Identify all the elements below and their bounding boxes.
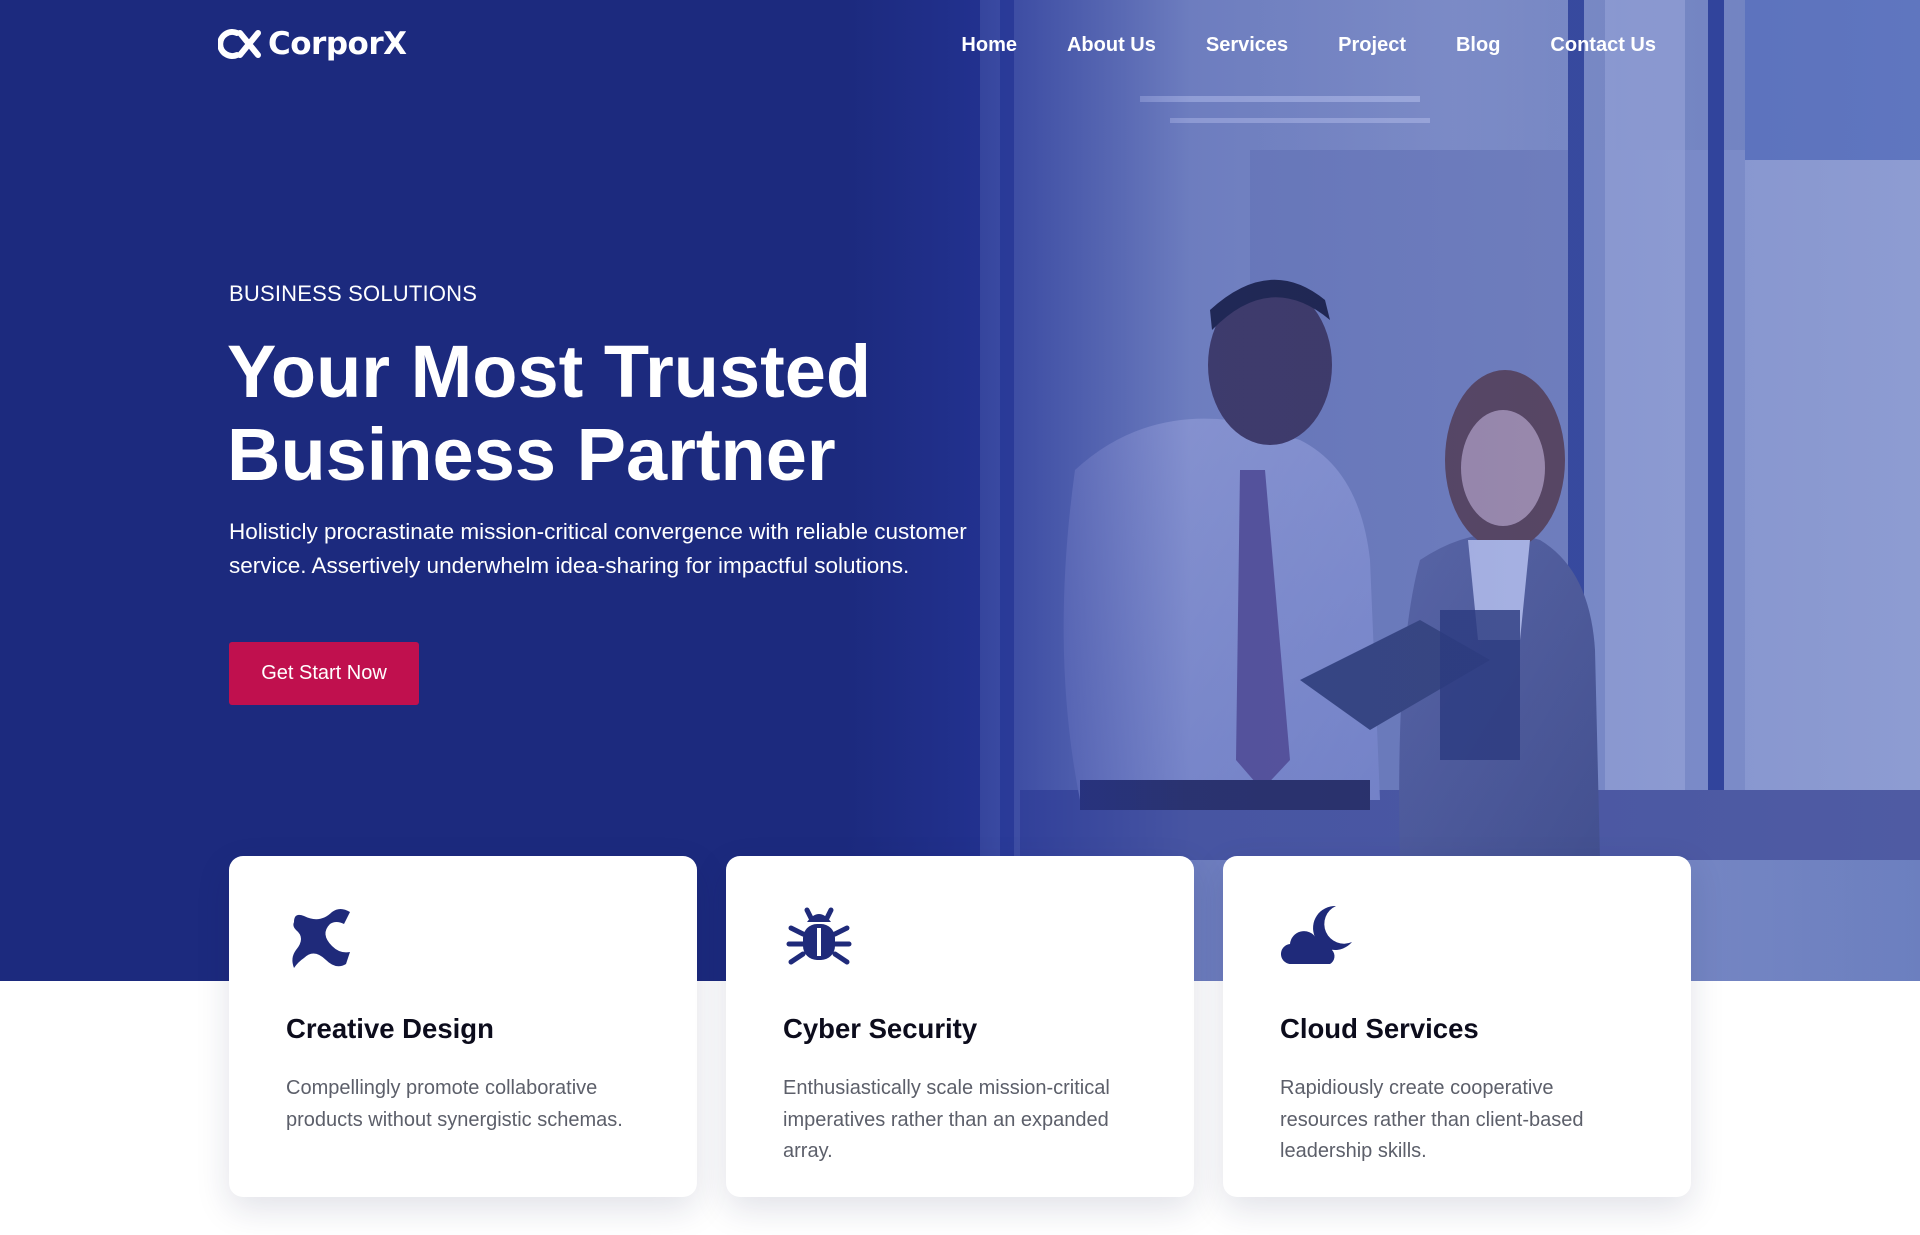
- hero-headline-line2: Business Partner: [227, 413, 836, 496]
- nav-home[interactable]: Home: [961, 34, 1017, 57]
- service-title: Cloud Services: [1280, 1013, 1479, 1044]
- service-title: Cyber Security: [783, 1013, 978, 1044]
- services-cards: Creative Design Compellingly promote col…: [229, 856, 1691, 1197]
- nav-project[interactable]: Project: [1338, 34, 1406, 57]
- hero-eyebrow: BUSINESS SOLUTIONS: [229, 281, 478, 306]
- service-title: Creative Design: [286, 1013, 494, 1044]
- logo-mark-icon: [218, 29, 261, 59]
- get-start-now-button[interactable]: Get Start Now: [229, 642, 419, 705]
- service-description: Compellingly promote collaborative produ…: [286, 1077, 623, 1131]
- hero-section: CorporX Home About Us Services Project B…: [0, 0, 1920, 981]
- service-card-creative-design[interactable]: Creative Design Compellingly promote col…: [229, 856, 697, 1197]
- nav-about-us[interactable]: About Us: [1067, 34, 1156, 57]
- hero-headline-line1: Your Most Trusted: [227, 330, 872, 413]
- bug-icon: [786, 907, 852, 965]
- service-description: Enthusiastically scale mission-critical …: [783, 1077, 1110, 1162]
- brand-logo[interactable]: CorporX: [218, 26, 407, 62]
- main-nav: Home About Us Services Project Blog Cont…: [961, 34, 1656, 57]
- nav-blog[interactable]: Blog: [1456, 34, 1500, 57]
- service-card-cloud-services[interactable]: Cloud Services Rapidiously create cooper…: [1223, 856, 1691, 1197]
- creative-design-icon: [292, 909, 350, 968]
- brand-name: CorporX: [268, 26, 407, 62]
- service-description: Rapidiously create cooperative resources…: [1280, 1077, 1584, 1162]
- hero-headline: Your Most Trusted Business Partner: [227, 330, 987, 496]
- cloud-moon-icon: [1280, 905, 1352, 965]
- nav-services[interactable]: Services: [1206, 34, 1288, 57]
- service-card-cyber-security[interactable]: Cyber Security Enthusiastically scale mi…: [726, 856, 1194, 1197]
- hero-intro: Holisticly procrastinate mission-critica…: [229, 519, 967, 578]
- nav-contact-us[interactable]: Contact Us: [1550, 34, 1656, 57]
